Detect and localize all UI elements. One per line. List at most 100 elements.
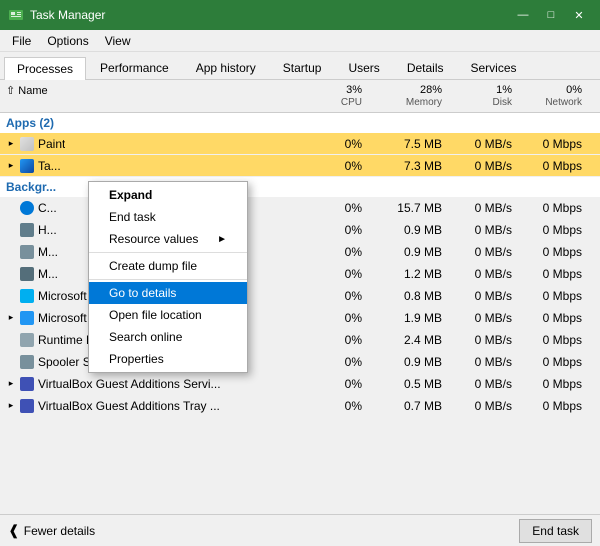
paint-cpu: 0% bbox=[308, 135, 368, 153]
table-row[interactable]: ▸ VirtualBox Guest Additions Servi... 0%… bbox=[0, 373, 600, 395]
spooler-cpu: 0% bbox=[308, 353, 368, 371]
vbox1-icon bbox=[20, 377, 34, 391]
search-memory: 1.9 MB bbox=[368, 309, 448, 327]
ctx-go-to-details[interactable]: Go to details bbox=[89, 282, 247, 304]
vbox2-memory: 0.7 MB bbox=[368, 397, 448, 415]
ta-network: 0 Mbps bbox=[518, 157, 588, 175]
skype-icon bbox=[20, 289, 34, 303]
c-disk: 0 MB/s bbox=[448, 199, 518, 217]
c-cpu: 0% bbox=[308, 199, 368, 217]
tab-details[interactable]: Details bbox=[394, 56, 457, 79]
process-name-vbox2: ▸ VirtualBox Guest Additions Tray ... bbox=[0, 397, 308, 415]
skype-memory: 0.8 MB bbox=[368, 287, 448, 305]
c-label: C... bbox=[38, 201, 57, 215]
spooler-icon bbox=[20, 355, 34, 369]
maximize-button[interactable]: □ bbox=[538, 5, 564, 25]
tab-app-history[interactable]: App history bbox=[183, 56, 269, 79]
taskmanager-icon bbox=[20, 159, 34, 173]
table-row[interactable]: ▸ VirtualBox Guest Additions Tray ... 0%… bbox=[0, 395, 600, 417]
ctx-resource-values-label: Resource values bbox=[109, 232, 198, 246]
runtime-disk: 0 MB/s bbox=[448, 331, 518, 349]
spooler-network: 0 Mbps bbox=[518, 353, 588, 371]
title-bar-left: Task Manager bbox=[8, 7, 105, 23]
m1-disk: 0 MB/s bbox=[448, 243, 518, 261]
menu-file[interactable]: File bbox=[4, 32, 39, 50]
vbox1-cpu: 0% bbox=[308, 375, 368, 393]
c-memory: 15.7 MB bbox=[368, 199, 448, 217]
m2-icon bbox=[20, 267, 34, 281]
process-name-paint: ▸ Paint bbox=[0, 135, 308, 153]
title-bar: Task Manager — □ ✕ bbox=[0, 0, 600, 30]
status-bar: ❰ Fewer details End task bbox=[0, 514, 600, 546]
tab-startup[interactable]: Startup bbox=[270, 56, 335, 79]
m1-label: M... bbox=[38, 245, 58, 259]
vbox2-network: 0 Mbps bbox=[518, 397, 588, 415]
table-row[interactable]: ▸ Paint 0% 7.5 MB 0 MB/s 0 Mbps bbox=[0, 133, 600, 155]
vbox1-label: VirtualBox Guest Additions Servi... bbox=[38, 377, 221, 391]
process-name-vbox1: ▸ VirtualBox Guest Additions Servi... bbox=[0, 375, 308, 393]
col-name[interactable]: ⇧ Name bbox=[0, 82, 308, 110]
skype-network: 0 Mbps bbox=[518, 287, 588, 305]
expand-icon-search[interactable]: ▸ bbox=[6, 313, 16, 323]
end-task-button[interactable]: End task bbox=[519, 519, 592, 543]
col-memory[interactable]: 28%Memory bbox=[368, 82, 448, 110]
vbox1-network: 0 Mbps bbox=[518, 375, 588, 393]
close-button[interactable]: ✕ bbox=[566, 5, 592, 25]
search-network: 0 Mbps bbox=[518, 309, 588, 327]
ctx-properties[interactable]: Properties bbox=[89, 348, 247, 370]
m2-disk: 0 MB/s bbox=[448, 265, 518, 283]
ctx-resource-values[interactable]: Resource values ► bbox=[89, 228, 247, 250]
context-menu: Expand End task Resource values ► Create… bbox=[88, 181, 248, 373]
m1-cpu: 0% bbox=[308, 243, 368, 261]
h-label: H... bbox=[38, 223, 57, 237]
fewer-details-button[interactable]: ❰ Fewer details bbox=[8, 522, 95, 539]
table-body[interactable]: Apps (2) ▸ Paint 0% 7.5 MB 0 MB/s 0 Mbps… bbox=[0, 113, 600, 514]
paint-label: Paint bbox=[38, 137, 65, 151]
spooler-memory: 0.9 MB bbox=[368, 353, 448, 371]
m2-cpu: 0% bbox=[308, 265, 368, 283]
h-icon bbox=[20, 223, 34, 237]
search-icon bbox=[20, 311, 34, 325]
tab-services[interactable]: Services bbox=[458, 56, 530, 79]
menu-options[interactable]: Options bbox=[39, 32, 96, 50]
ta-memory: 7.3 MB bbox=[368, 157, 448, 175]
spooler-disk: 0 MB/s bbox=[448, 353, 518, 371]
ctx-open-file-location[interactable]: Open file location bbox=[89, 304, 247, 326]
m2-network: 0 Mbps bbox=[518, 265, 588, 283]
skype-disk: 0 MB/s bbox=[448, 287, 518, 305]
paint-memory: 7.5 MB bbox=[368, 135, 448, 153]
menu-bar: File Options View bbox=[0, 30, 600, 52]
runtime-network: 0 Mbps bbox=[518, 331, 588, 349]
table-row[interactable]: ▸ Ta... 0% 7.3 MB 0 MB/s 0 Mbps bbox=[0, 155, 600, 177]
vbox1-memory: 0.5 MB bbox=[368, 375, 448, 393]
expand-icon-ta[interactable]: ▸ bbox=[6, 161, 16, 171]
col-network[interactable]: 0%Network bbox=[518, 82, 588, 110]
col-disk[interactable]: 1%Disk bbox=[448, 82, 518, 110]
ctx-end-task[interactable]: End task bbox=[89, 206, 247, 228]
ctx-separator-1 bbox=[89, 252, 247, 253]
ctx-search-online[interactable]: Search online bbox=[89, 326, 247, 348]
expand-icon-vbox1[interactable]: ▸ bbox=[6, 379, 16, 389]
minimize-button[interactable]: — bbox=[510, 5, 536, 25]
col-cpu[interactable]: 3%CPU bbox=[308, 82, 368, 110]
h-network: 0 Mbps bbox=[518, 221, 588, 239]
h-cpu: 0% bbox=[308, 221, 368, 239]
ctx-expand[interactable]: Expand bbox=[89, 184, 247, 206]
tab-users[interactable]: Users bbox=[335, 56, 392, 79]
h-memory: 0.9 MB bbox=[368, 221, 448, 239]
taskmanager-label: Ta... bbox=[38, 159, 61, 173]
vbox2-label: VirtualBox Guest Additions Tray ... bbox=[38, 399, 220, 413]
fewer-details-label: Fewer details bbox=[24, 524, 95, 538]
ta-disk: 0 MB/s bbox=[448, 157, 518, 175]
paint-network: 0 Mbps bbox=[518, 135, 588, 153]
tabs: Processes Performance App history Startu… bbox=[0, 52, 600, 80]
tab-performance[interactable]: Performance bbox=[87, 56, 182, 79]
expand-icon-vbox2[interactable]: ▸ bbox=[6, 401, 16, 411]
tab-processes[interactable]: Processes bbox=[4, 57, 86, 80]
expand-icon-paint[interactable]: ▸ bbox=[6, 139, 16, 149]
vbox2-cpu: 0% bbox=[308, 397, 368, 415]
c-network: 0 Mbps bbox=[518, 199, 588, 217]
ctx-create-dump[interactable]: Create dump file bbox=[89, 255, 247, 277]
menu-view[interactable]: View bbox=[97, 32, 139, 50]
search-cpu: 0% bbox=[308, 309, 368, 327]
